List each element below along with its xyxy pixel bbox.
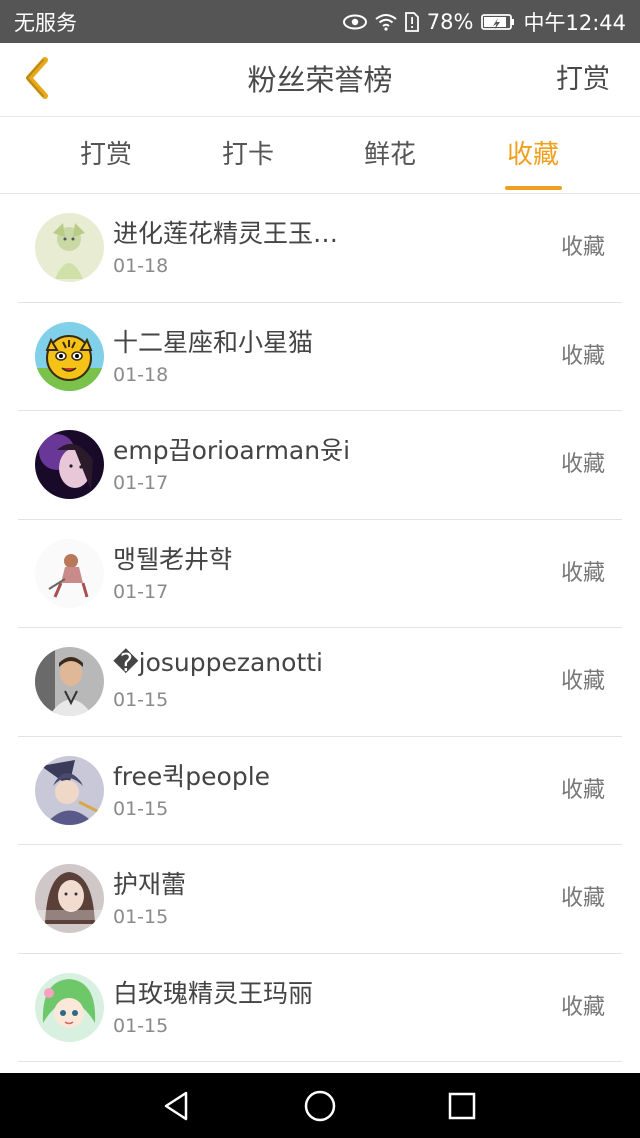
fan-list: 进化莲花精灵王玉… 01-18 收藏 十二星座和小星猫 01-18 收藏 emp… (0, 194, 640, 1062)
girl-photo-avatar (35, 864, 104, 933)
tiger-cartoon-avatar (35, 321, 104, 391)
action-label: 收藏 (560, 994, 605, 1020)
green-hair-girl-avatar (35, 972, 104, 1042)
action-label: 收藏 (560, 777, 605, 803)
list-item[interactable]: 护재蕾 01-15 收藏 (18, 845, 622, 954)
user-date: 01-15 (113, 797, 169, 820)
tab-checkin[interactable]: 打卡 (188, 117, 308, 194)
list-item[interactable]: emp끕orioarman윳i 01-17 收藏 (18, 411, 622, 520)
user-date: 01-18 (113, 363, 169, 386)
list-item[interactable]: �josuppezanotti 01-15 收藏 (18, 628, 622, 737)
user-name: �josuppezanotti (113, 648, 323, 677)
list-item[interactable]: 十二星座和小星猫 01-18 收藏 (18, 303, 622, 411)
recents-square-icon[interactable] (445, 1089, 479, 1123)
action-label: 收藏 (560, 669, 605, 694)
girl-purple-avatar (35, 430, 104, 499)
user-name: 맹뒐老井햑 (113, 544, 233, 574)
sitting-figure-avatar (35, 538, 104, 608)
system-nav-bar (0, 1073, 640, 1138)
status-bar: 无服务 78% 中午12:44 (0, 0, 640, 43)
user-name: 十二星座和小星猫 (113, 327, 314, 357)
wifi-icon (375, 13, 397, 31)
green-fairy-avatar (35, 213, 104, 282)
user-date: 01-17 (113, 472, 169, 494)
tab-reward[interactable]: 打赏 (46, 117, 166, 194)
back-button[interactable] (14, 57, 58, 103)
list-item[interactable]: 白玫瑰精灵王玛丽 01-15 收藏 (18, 954, 622, 1062)
user-name: emp끕orioarman윳i (113, 436, 351, 465)
status-icons: 78% 中午12:44 (342, 7, 626, 37)
action-label: 收藏 (560, 343, 605, 369)
nav-bar: 粉丝荣誉榜 打赏 (0, 43, 640, 117)
home-circle-icon[interactable] (303, 1089, 337, 1123)
chevron-left-icon (21, 56, 51, 104)
action-label: 收藏 (560, 452, 605, 477)
user-date: 01-15 (113, 1014, 169, 1037)
tab-bar: 打赏 打卡 鲜花 收藏 (0, 117, 640, 194)
reward-button[interactable]: 打赏 (556, 43, 610, 117)
active-tab-indicator (505, 186, 562, 190)
user-date: 01-15 (113, 689, 169, 711)
man-photo-avatar (35, 647, 104, 716)
action-label: 收藏 (560, 886, 605, 911)
tab-favorites[interactable]: 收藏 (473, 117, 593, 194)
user-date: 01-15 (113, 906, 169, 928)
battery-icon (481, 13, 515, 31)
anime-character-avatar (35, 755, 104, 825)
user-name: 白玫瑰精灵王玛丽 (113, 978, 314, 1008)
list-item[interactable]: 进化莲花精灵王玉… 01-18 收藏 (18, 194, 622, 303)
user-name: 护재蕾 (113, 870, 187, 899)
sim-alert-icon (404, 11, 419, 32)
user-name: 进化莲花精灵王玉… (113, 219, 339, 248)
list-item[interactable]: free퀵people 01-15 收藏 (18, 737, 622, 845)
back-triangle-icon[interactable] (160, 1089, 194, 1123)
list-item[interactable]: 맹뒐老井햑 01-17 收藏 (18, 520, 622, 628)
carrier-text: 无服务 (14, 10, 77, 35)
action-label: 收藏 (560, 235, 605, 260)
page-title: 粉丝荣誉榜 (247, 63, 393, 97)
user-name: free퀵people (113, 761, 271, 791)
eye-icon (342, 14, 367, 30)
tab-flowers[interactable]: 鲜花 (330, 117, 450, 194)
battery-percent: 78% (426, 9, 474, 34)
clock-text: 中午12:44 (523, 10, 626, 35)
user-date: 01-18 (113, 255, 169, 277)
user-date: 01-17 (113, 580, 169, 603)
action-label: 收藏 (560, 560, 605, 586)
